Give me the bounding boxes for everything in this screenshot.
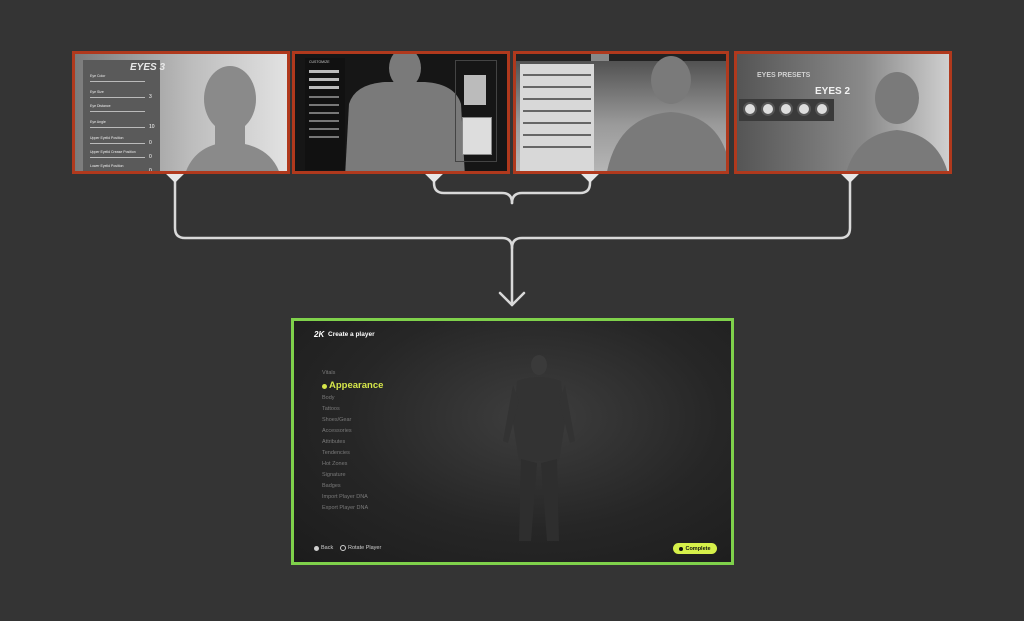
- menu-item-import-player-dna[interactable]: Import Player DNA: [322, 494, 368, 500]
- player-silhouette: [186, 66, 279, 171]
- connector-2: [432, 172, 514, 205]
- menu-item-attributes[interactable]: Attributes: [322, 439, 345, 445]
- setting-value: 0: [149, 140, 152, 146]
- rotate-label: Rotate Player: [348, 545, 382, 551]
- setting-label: Lower Eyelid Position: [90, 164, 124, 168]
- player-silhouette: [607, 56, 726, 171]
- setting-slider[interactable]: [90, 127, 145, 128]
- preset-panel: [455, 60, 497, 162]
- legacy-screen-body: CUSTOMIZE: [292, 51, 510, 174]
- menu-item-tendencies[interactable]: Tendencies: [322, 450, 350, 456]
- legacy-screen-eyes-2: EYES PRESETS EYES 2: [734, 51, 952, 174]
- legacy-screen-eyes-3: EYES 3 Eye Color Eye Size 3 Eye Distance Eye…: [72, 51, 290, 174]
- setting-slider[interactable]: [90, 157, 145, 158]
- legacy-screen-arena: [513, 51, 729, 174]
- connector-3: [510, 172, 592, 205]
- presets-heading: EYES PRESETS: [757, 72, 811, 79]
- player-model: [503, 355, 575, 541]
- active-item-icon: [322, 384, 327, 389]
- setting-value: 10: [149, 124, 155, 130]
- setting-slider[interactable]: [90, 111, 145, 112]
- menu-item-body[interactable]: Body: [322, 395, 335, 401]
- complete-label: Complete: [685, 545, 711, 552]
- setting-value: 3: [149, 94, 152, 100]
- menu-item-tattoos[interactable]: Tattoos: [322, 406, 340, 412]
- connector-4: [510, 172, 852, 250]
- player-silhouette: [846, 72, 948, 171]
- setting-label: Eye Angle: [90, 120, 106, 124]
- player-silhouette: [345, 54, 465, 171]
- setting-slider[interactable]: [90, 143, 145, 144]
- setting-slider[interactable]: [90, 81, 145, 82]
- setting-value: 0: [149, 168, 152, 174]
- screen-title: EYES 3: [130, 62, 166, 73]
- circle-button-icon: [314, 545, 319, 551]
- setting-label: Eye Color: [90, 74, 106, 78]
- menu-item-shoes-gear[interactable]: Shoes/Gear: [322, 417, 351, 423]
- setting-value: 0: [149, 154, 152, 160]
- complete-button[interactable]: Complete: [673, 543, 717, 554]
- setting-label: Eye Distance: [90, 104, 111, 108]
- setting-label: Upper Eyelid Crease Position: [90, 150, 136, 154]
- rotate-player-button[interactable]: Rotate Player: [340, 545, 381, 551]
- confirm-icon: [679, 546, 684, 551]
- menu-item-appearance[interactable]: Appearance: [329, 380, 383, 391]
- panel-title: CUSTOMIZE: [309, 60, 330, 64]
- menu-item-badges[interactable]: Badges: [322, 483, 341, 489]
- eye-preset-strip: [739, 99, 834, 121]
- setting-slider[interactable]: [90, 171, 145, 172]
- slider-panel: [520, 64, 594, 171]
- new-create-player-screen: 2K Create a player Vitals Appearance Body T…: [291, 318, 734, 565]
- back-button[interactable]: Back: [314, 545, 333, 551]
- 2k-logo: 2K: [314, 330, 325, 339]
- menu-item-vitals[interactable]: Vitals: [322, 370, 335, 376]
- menu-item-hot-zones[interactable]: Hot Zones: [322, 461, 347, 467]
- setting-label: Upper Eyelid Position: [90, 136, 124, 140]
- rotate-icon: [340, 545, 346, 551]
- menu-item-accessories[interactable]: Accessories: [322, 428, 352, 434]
- setting-slider[interactable]: [90, 97, 145, 98]
- setting-label: Eye Size: [90, 90, 104, 94]
- back-label: Back: [321, 545, 334, 551]
- page-title: Create a player: [328, 331, 375, 338]
- menu-item-export-player-dna[interactable]: Export Player DNA: [322, 505, 368, 511]
- menu-item-signature[interactable]: Signature: [322, 472, 346, 478]
